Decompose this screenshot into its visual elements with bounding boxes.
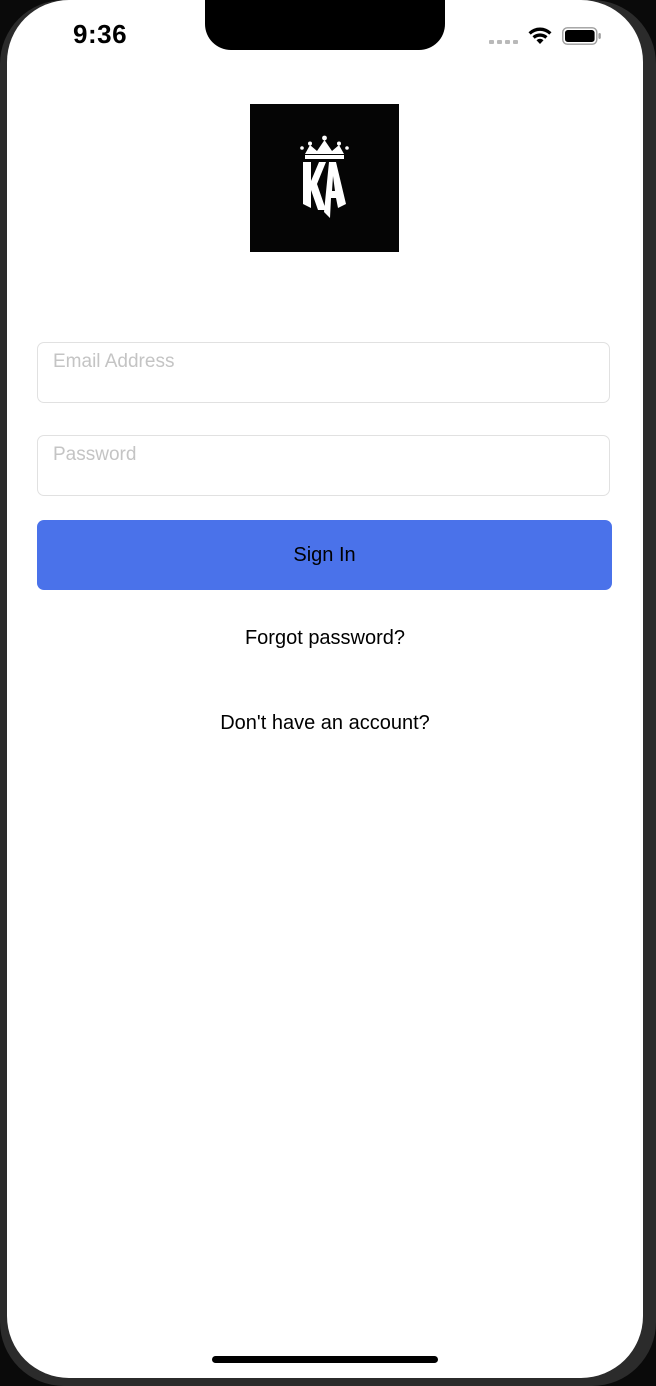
camera-notch: [205, 0, 445, 50]
ka-crown-logo: [250, 104, 399, 252]
ka-logo-mark: [300, 135, 349, 218]
home-indicator: [212, 1356, 438, 1363]
password-input[interactable]: [38, 436, 609, 495]
battery-icon: [562, 27, 601, 45]
email-field[interactable]: [37, 342, 610, 403]
wifi-icon: [528, 27, 552, 44]
device-frame: 9:36 Email Address Sign In Forgot passwo…: [0, 0, 656, 1386]
forgot-password-link[interactable]: Forgot password?: [7, 627, 643, 650]
status-time: 9:36: [73, 19, 128, 49]
email-input[interactable]: [38, 343, 609, 402]
signal-dots-icon: [489, 40, 518, 44]
sign-up-link[interactable]: Don't have an account?: [7, 712, 643, 735]
sign-in-button[interactable]: Sign In: [37, 520, 612, 590]
password-field[interactable]: [37, 435, 610, 496]
app-screen: 9:36 Email Address Sign In Forgot passwo…: [7, 0, 643, 1378]
